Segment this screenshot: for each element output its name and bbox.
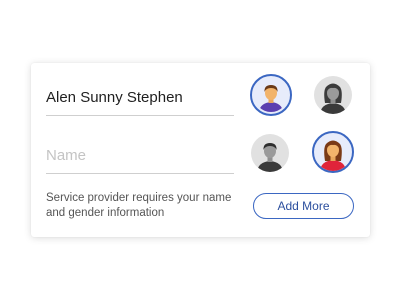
name-value: Alen Sunny Stephen (46, 89, 183, 106)
male-avatar-icon (257, 143, 283, 172)
avatar-female[interactable] (314, 76, 352, 114)
female-avatar-icon (320, 83, 346, 114)
name-placeholder: Name (46, 147, 87, 164)
avatar-female-selected[interactable] (312, 131, 354, 173)
avatar-male[interactable] (251, 134, 289, 172)
name-field-filled[interactable]: Alen Sunny Stephen (46, 65, 234, 116)
gender-info-hint: Service provider requires your name and … (46, 192, 232, 219)
male-avatar-icon (259, 85, 283, 112)
add-more-button[interactable]: Add More (253, 193, 354, 219)
name-field-empty[interactable]: Name (46, 123, 234, 174)
avatar-male-selected[interactable] (250, 74, 292, 116)
profile-card: Alen Sunny Stephen Name Service provider… (31, 63, 370, 237)
female-avatar-icon (320, 140, 346, 171)
